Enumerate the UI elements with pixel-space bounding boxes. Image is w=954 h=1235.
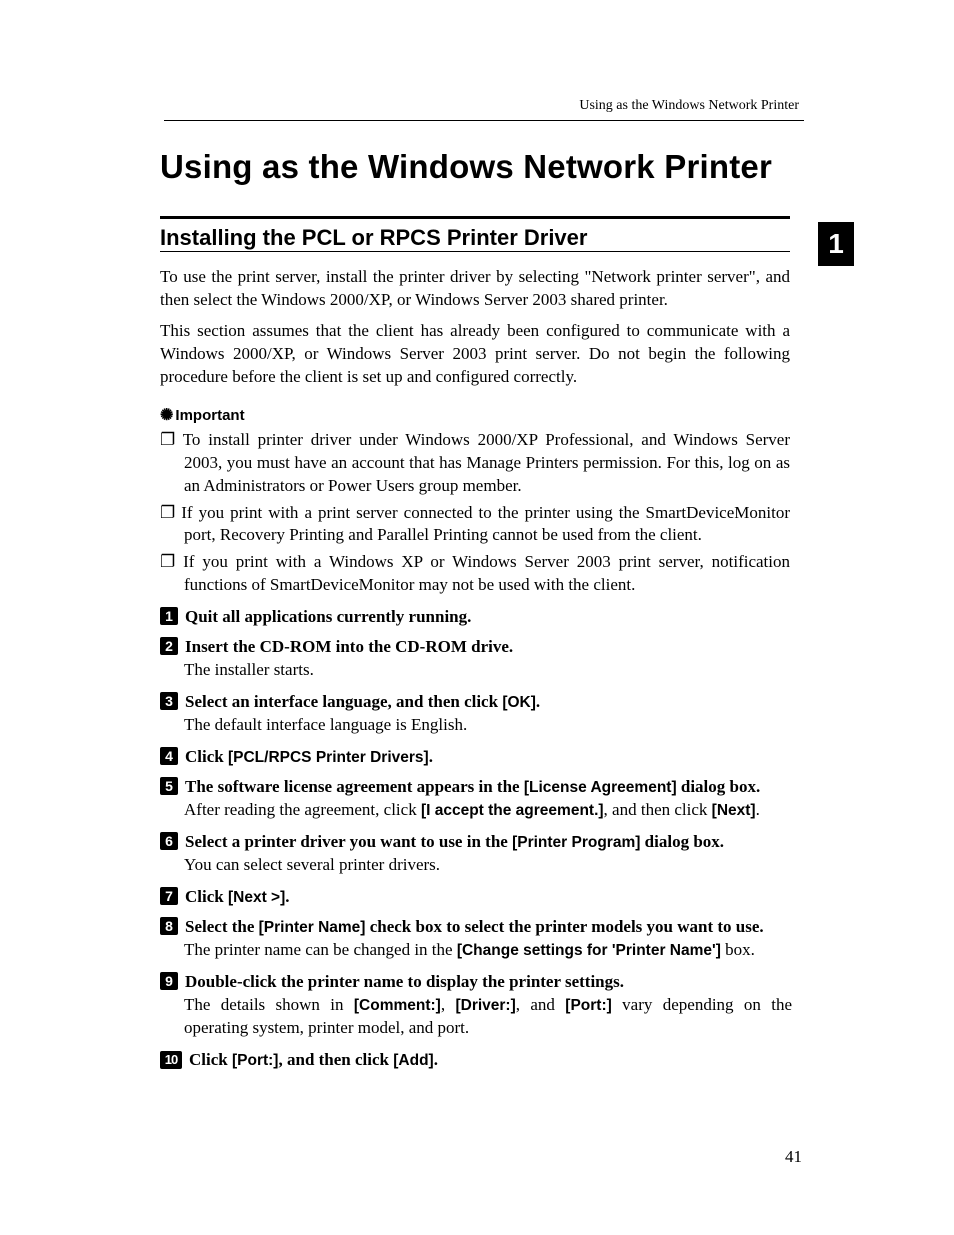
step-body: You can select several printer drivers. <box>184 854 792 877</box>
chapter-tab: 1 <box>818 222 854 266</box>
step-body: The installer starts. <box>184 659 792 682</box>
step-body: The printer name can be changed in the [… <box>184 939 792 962</box>
step-number-icon: 7 <box>160 887 178 905</box>
ui-box-change-settings: [Change settings for 'Printer Name'] <box>457 942 721 959</box>
header-rule <box>164 120 804 121</box>
step-title: Select a printer driver you want to use … <box>185 832 724 851</box>
text: Click <box>185 887 228 906</box>
text: After reading the agreement, click <box>184 800 421 819</box>
step-number-icon: 4 <box>160 747 178 765</box>
text: Select a printer driver you want to use … <box>185 832 512 851</box>
text: , and then click <box>278 1050 393 1069</box>
step-body: The default interface language is Englis… <box>184 714 792 737</box>
ui-checkbox-printer-name: [Printer Name] <box>259 919 366 936</box>
step-number-icon: 6 <box>160 832 178 850</box>
step-title: Double-click the printer name to display… <box>185 972 624 991</box>
ui-dialog-printer-program: [Printer Program] <box>512 834 640 851</box>
text: dialog box. <box>677 777 761 796</box>
step-title: The software license agreement appears i… <box>185 777 760 796</box>
running-head: Using as the Windows Network Printer <box>579 98 799 114</box>
step-number-icon: 1 <box>160 607 178 625</box>
list-item: If you print with a print server connect… <box>160 502 790 548</box>
important-heading: Important <box>160 405 844 425</box>
step-9: 9 Double-click the printer name to displ… <box>160 972 792 1040</box>
text: Select an interface language, and then c… <box>185 692 502 711</box>
text: , and then click <box>604 800 712 819</box>
section-rule-thin <box>160 251 790 252</box>
intro-paragraph-1: To use the print server, install the pri… <box>160 266 790 312</box>
text: . <box>756 800 760 819</box>
text: . <box>536 692 540 711</box>
section-title: Installing the PCL or RPCS Printer Drive… <box>160 225 587 251</box>
ui-field-driver: [Driver:] <box>455 997 515 1014</box>
ui-field-comment: [Comment:] <box>354 997 441 1014</box>
text: The details shown in <box>184 995 354 1014</box>
step-number-icon: 8 <box>160 917 178 935</box>
ui-button-next: [Next] <box>712 802 756 819</box>
text: dialog box. <box>640 832 724 851</box>
step-body: After reading the agreement, click [I ac… <box>184 799 792 822</box>
document-page: Using as the Windows Network Printer 1 U… <box>0 0 954 1235</box>
step-number-icon: 2 <box>160 637 178 655</box>
ui-button-pcl-rpcs: [PCL/RPCS Printer Drivers] <box>228 749 429 766</box>
text: . <box>285 887 289 906</box>
step-title: Click [Next >]. <box>185 887 290 906</box>
step-2: 2 Insert the CD-ROM into the CD-ROM driv… <box>160 637 792 682</box>
step-title: Click [PCL/RPCS Printer Drivers]. <box>185 747 433 766</box>
step-7: 7 Click [Next >]. <box>160 887 792 907</box>
ui-button-ok: [OK] <box>502 694 536 711</box>
ui-button-accept: [I accept the agreement.] <box>421 802 604 819</box>
intro-paragraph-2: This section assumes that the client has… <box>160 320 790 389</box>
step-number-icon: 10 <box>160 1051 182 1069</box>
text: , <box>441 995 456 1014</box>
step-8: 8 Select the [Printer Name] check box to… <box>160 917 792 962</box>
important-list: To install printer driver under Windows … <box>160 429 790 598</box>
list-item: To install printer driver under Windows … <box>160 429 790 498</box>
ui-field-port: [Port:] <box>565 997 612 1014</box>
text: The printer name can be changed in the <box>184 940 457 959</box>
text: . <box>434 1050 438 1069</box>
step-title: Click [Port:], and then click [Add]. <box>189 1050 438 1069</box>
step-3: 3 Select an interface language, and then… <box>160 692 792 737</box>
ui-dialog-license: [License Agreement] <box>524 779 677 796</box>
step-4: 4 Click [PCL/RPCS Printer Drivers]. <box>160 747 792 767</box>
step-10: 10 Click [Port:], and then click [Add]. <box>160 1050 792 1070</box>
step-5: 5 The software license agreement appears… <box>160 777 792 822</box>
step-title: Select the [Printer Name] check box to s… <box>185 917 764 936</box>
page-title: Using as the Windows Network Printer <box>160 148 844 186</box>
section-rule-thick <box>160 216 790 219</box>
step-body: The details shown in [Comment:], [Driver… <box>184 994 792 1040</box>
text: Click <box>185 747 228 766</box>
text: Click <box>189 1050 232 1069</box>
step-title: Select an interface language, and then c… <box>185 692 540 711</box>
step-1: 1 Quit all applications currently runnin… <box>160 607 792 627</box>
ui-button-add: [Add] <box>393 1052 433 1069</box>
page-number: 41 <box>785 1147 802 1167</box>
text: , and <box>516 995 566 1014</box>
step-number-icon: 9 <box>160 972 178 990</box>
text: The software license agreement appears i… <box>185 777 524 796</box>
step-title: Quit all applications currently running. <box>185 607 471 626</box>
text: check box to select the printer models y… <box>365 917 763 936</box>
list-item: If you print with a Windows XP or Window… <box>160 551 790 597</box>
ui-button-next: [Next >] <box>228 889 285 906</box>
text: box. <box>721 940 755 959</box>
text: . <box>429 747 433 766</box>
step-title: Insert the CD-ROM into the CD-ROM drive. <box>185 637 513 656</box>
step-6: 6 Select a printer driver you want to us… <box>160 832 792 877</box>
ui-field-port: [Port:] <box>232 1052 279 1069</box>
step-number-icon: 5 <box>160 777 178 795</box>
text: Select the <box>185 917 259 936</box>
step-number-icon: 3 <box>160 692 178 710</box>
